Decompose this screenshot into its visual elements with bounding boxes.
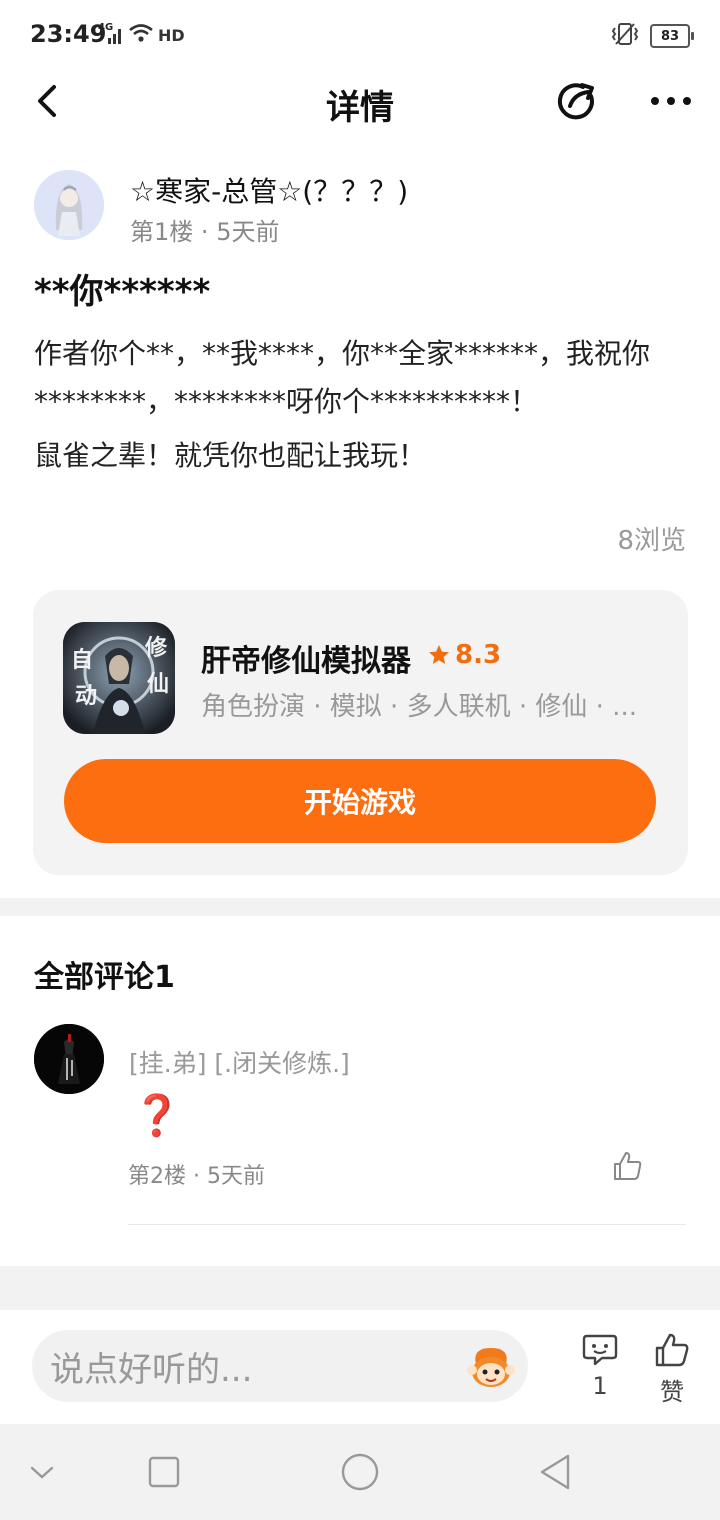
more-dots-icon [651,97,691,105]
game-icon-char: 自 [71,648,94,673]
triangle-back-icon [540,1454,570,1490]
comment-meta: 第2楼 · 5天前 [128,1158,265,1190]
header-bar: 详情 [0,72,720,132]
page-title: 详情 [326,88,394,128]
comment-time: 5天前 [207,1164,265,1189]
bottom-divider [0,1266,720,1310]
comment-floor: 第2楼 [128,1164,186,1189]
view-count: 8浏览 [617,526,686,556]
section-divider [0,898,720,916]
status-icons: 4G HD [98,22,185,48]
comment-count: 1 [592,1372,608,1400]
game-rating-value: 8.3 [455,640,502,670]
like-button[interactable]: 赞 [648,1330,696,1420]
meta-dot: · [200,218,217,246]
commenter-username[interactable]: [挂.弟] [.闭关修炼.] [129,1044,350,1080]
thumbs-up-icon [614,1152,642,1180]
post-paragraph: 鼠雀之辈！就凭你也配让我玩！ [34,439,427,472]
wifi-icon [128,22,154,48]
signal-icon: 4G [98,22,124,46]
post-title: **你****** [34,272,211,312]
emoji-button[interactable] [464,1342,518,1392]
status-bar: 23:49 4G HD 83 [0,0,720,72]
game-card[interactable]: 自 动 修 仙 肝帝修仙模拟器 8.3 角色扮演 · 模拟 · 多人联机 · 修… [33,590,688,875]
chevron-down-icon [30,1466,54,1479]
dark-figure-avatar-icon [34,1024,104,1094]
author-avatar[interactable] [34,170,104,240]
nav-recents-button[interactable] [146,1454,182,1490]
nav-back-button[interactable] [536,1452,576,1492]
square-icon [148,1456,180,1488]
thumbs-up-icon [655,1333,689,1367]
battery-icon: 83 [650,24,694,48]
game-icon-char: 动 [75,684,98,709]
share-icon [557,83,594,120]
game-icon-char: 修 [145,636,168,661]
comment-input-bar: 说点好听的... 1 赞 [0,1310,720,1424]
like-label: 赞 [660,1378,684,1406]
share-button[interactable] [552,76,602,126]
meta-dot: · [193,1164,207,1189]
game-rating: 8.3 [427,640,501,670]
start-game-button[interactable]: 开始游戏 [64,759,656,843]
comment-bubble-icon [582,1334,618,1366]
comment-separator [128,1224,686,1225]
post-floor: 第1楼 [130,218,194,246]
star-icon [429,645,449,664]
game-icon-char: 仙 [147,672,170,697]
author-username[interactable]: ☆寒家-总管☆(？？？) [130,170,408,210]
comment-body: ❓ [132,1093,182,1139]
more-options-button[interactable] [646,76,696,126]
comment-input[interactable]: 说点好听的... [32,1330,528,1402]
status-right: 83 [610,22,694,50]
hd-icon: HD [158,25,185,45]
comments-heading: 全部评论1 [34,960,175,995]
game-name[interactable]: 肝帝修仙模拟器 [201,636,411,680]
comment-count-button[interactable]: 1 [576,1330,624,1420]
post-paragraph: 作者你个**，**我****，你**全家******，我祝你********，*… [34,337,651,418]
commenter-avatar[interactable] [34,1024,104,1094]
vibrate-icon [610,22,640,50]
post-body: 作者你个**，**我****，你**全家******，我祝你********，*… [34,330,684,486]
comment-like-button[interactable] [610,1148,646,1184]
status-time: 23:49 [30,20,107,48]
circle-icon [341,1453,379,1491]
game-tags: 角色扮演 · 模拟 · 多人联机 · 修仙 · ... [201,692,637,722]
nav-home-button[interactable] [340,1452,380,1492]
game-icon[interactable]: 自 动 修 仙 [63,622,175,734]
post-meta: 第1楼 · 5天前 [130,212,279,247]
nav-collapse-button[interactable] [22,1454,62,1490]
system-nav-bar [0,1424,720,1520]
anime-girl-avatar-icon [34,170,104,240]
post-time: 5天前 [216,218,280,246]
monkey-emoji-icon [467,1348,515,1387]
